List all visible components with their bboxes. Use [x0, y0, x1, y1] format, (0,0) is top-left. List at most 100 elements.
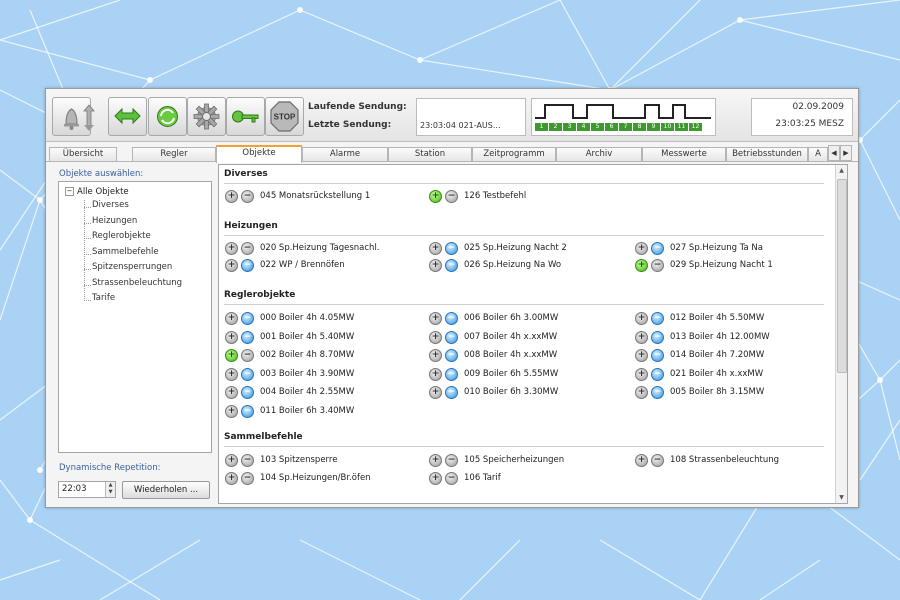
key-button[interactable]	[226, 97, 265, 136]
switch-off-button[interactable]: −	[445, 330, 458, 344]
switch-off-button[interactable]: −	[445, 349, 458, 362]
tab-betriebsstunden[interactable]: Betriebsstunden	[726, 147, 808, 161]
tree-item[interactable]: Heizungen	[92, 216, 137, 226]
switch-on-button[interactable]: +	[635, 330, 648, 344]
up-down-button[interactable]	[77, 97, 101, 134]
switch-off-button[interactable]: −	[241, 330, 254, 344]
switch-off-button[interactable]: −	[445, 367, 458, 381]
repeat-button[interactable]: Wiederholen ...	[122, 481, 210, 499]
gear-icon	[193, 103, 220, 130]
tree-item[interactable]: Strassenbeleuchtung	[92, 278, 182, 288]
switch-off-button[interactable]: −	[445, 259, 458, 272]
switch-off-button[interactable]: −	[445, 454, 458, 467]
switch-on-button[interactable]: +	[429, 242, 442, 255]
scroll-thumb[interactable]	[837, 179, 847, 373]
switch-off-button[interactable]: −	[241, 454, 254, 467]
switch-on-button[interactable]: +	[429, 454, 442, 467]
switch-off-button[interactable]: −	[651, 259, 664, 272]
switch-off-button[interactable]: −	[651, 386, 664, 399]
switch-off-button[interactable]: −	[241, 386, 254, 399]
switch-off-button[interactable]: −	[651, 312, 664, 325]
switch-on-button[interactable]: +	[635, 454, 648, 467]
switch-off-button[interactable]: −	[241, 472, 254, 485]
tab-objekte[interactable]: Objekte	[216, 145, 302, 163]
switch-on-button[interactable]: +	[635, 312, 648, 325]
switch-off-button[interactable]: −	[651, 349, 664, 362]
switch-off-button[interactable]: −	[651, 242, 664, 255]
tab-messwerte[interactable]: Messwerte	[642, 147, 726, 161]
switch-on-button[interactable]: +	[429, 190, 442, 203]
switch-on-button[interactable]: +	[225, 454, 238, 467]
tab-uebersicht[interactable]: Übersicht	[49, 147, 117, 161]
switch-on-button[interactable]: +	[225, 242, 238, 255]
tree-item[interactable]: Sammelbefehle	[92, 247, 159, 257]
scroll-up-icon[interactable]: ▲	[836, 165, 847, 176]
switch-on-button[interactable]: +	[225, 349, 238, 362]
switch-off-button[interactable]: −	[241, 367, 254, 381]
time-spinner[interactable]: ▲ ▼	[105, 482, 115, 497]
switch-on-button[interactable]: +	[429, 349, 442, 362]
switch-off-button[interactable]: −	[651, 330, 664, 344]
section-title: Diverses	[224, 169, 268, 179]
switch-on-button[interactable]: +	[225, 367, 238, 381]
switch-on-button[interactable]: +	[225, 472, 238, 485]
tree-item[interactable]: Diverses	[92, 200, 129, 210]
last-send-label: Letzte Sendung:	[308, 120, 392, 130]
switch-on-button[interactable]: +	[225, 312, 238, 325]
switch-on-button[interactable]: +	[635, 367, 648, 381]
tab-station[interactable]: Station	[388, 147, 472, 161]
switch-off-button[interactable]: −	[651, 454, 664, 467]
switch-on-button[interactable]: +	[429, 367, 442, 381]
tab-regler[interactable]: Regler	[132, 147, 216, 161]
switch-on-button[interactable]: +	[429, 330, 442, 344]
swap-button[interactable]	[108, 97, 147, 136]
switch-on-button[interactable]: +	[225, 386, 238, 399]
switch-off-button[interactable]: −	[445, 190, 458, 203]
tab-archiv[interactable]: Archiv	[556, 147, 642, 161]
switch-on-button[interactable]: +	[635, 259, 648, 272]
object-label: 106 Tarif	[464, 473, 501, 483]
tab-zeitprogramm[interactable]: Zeitprogramm	[472, 147, 556, 161]
switch-on-button[interactable]: +	[429, 472, 442, 485]
switch-on-button[interactable]: +	[225, 259, 238, 272]
tab-alarme[interactable]: Alarme	[302, 147, 388, 161]
tree-item[interactable]: Spitzensperrungen	[92, 262, 172, 272]
switch-off-button[interactable]: −	[241, 404, 254, 418]
switch-off-button[interactable]: −	[445, 312, 458, 325]
switch-on-button[interactable]: +	[225, 330, 238, 344]
switch-off-button[interactable]: −	[241, 242, 254, 255]
refresh-button[interactable]	[148, 97, 187, 136]
repetition-time-input[interactable]: 22:03 ▲ ▼	[58, 481, 116, 498]
switch-off-button[interactable]: −	[445, 472, 458, 485]
switch-off-button[interactable]: −	[445, 386, 458, 399]
switch-on-button[interactable]: +	[635, 349, 648, 362]
tree-item[interactable]: Reglerobjekte	[92, 231, 151, 241]
tab-more[interactable]: A	[808, 147, 828, 161]
switch-on-button[interactable]: +	[225, 190, 238, 203]
switch-on-button[interactable]: +	[635, 242, 648, 255]
stop-button[interactable]: STOP	[265, 97, 304, 136]
tree-root[interactable]: − Alle Objekte	[65, 187, 129, 197]
scroll-down-icon[interactable]: ▼	[836, 492, 847, 503]
switch-off-button[interactable]: −	[445, 242, 458, 255]
switch-on-button[interactable]: +	[429, 259, 442, 272]
switch-off-button[interactable]: −	[241, 190, 254, 203]
switch-off-button[interactable]: −	[241, 349, 254, 362]
channel-indicator: 2	[549, 123, 562, 131]
current-date: 02.09.2009	[792, 102, 844, 112]
switch-on-button[interactable]: +	[225, 404, 238, 418]
switch-on-button[interactable]: +	[635, 386, 648, 399]
channel-indicator: 12	[689, 123, 702, 131]
tree-item[interactable]: Tarife	[92, 293, 115, 303]
vertical-scrollbar[interactable]: ▲ ▼	[835, 165, 847, 503]
switch-off-button[interactable]: −	[241, 259, 254, 272]
settings-button[interactable]	[187, 97, 226, 136]
switch-off-button[interactable]: −	[651, 367, 664, 381]
tab-scroll-right[interactable]: ▶	[840, 145, 852, 161]
switch-off-button[interactable]: −	[241, 312, 254, 325]
collapse-icon[interactable]: −	[65, 187, 74, 196]
swap-arrows-icon	[114, 107, 141, 125]
switch-on-button[interactable]: +	[429, 386, 442, 399]
tab-scroll-left[interactable]: ◀	[828, 145, 840, 161]
switch-on-button[interactable]: +	[429, 312, 442, 325]
